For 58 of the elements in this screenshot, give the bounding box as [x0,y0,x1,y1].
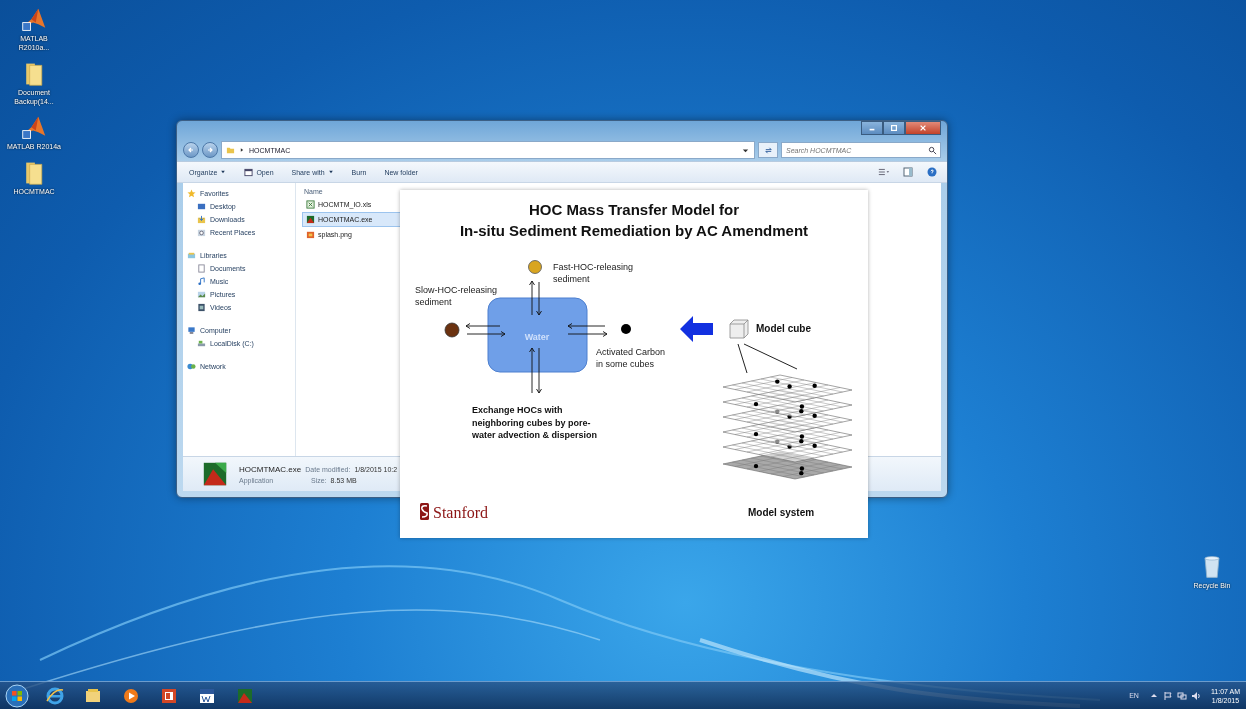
maximize-icon [890,124,898,132]
app-icon [306,215,315,224]
forward-button[interactable] [202,142,218,158]
letter-e-icon [45,685,65,706]
stanford-logo-icon [420,503,429,520]
minimize-button[interactable] [861,121,883,135]
flag-icon[interactable] [1162,690,1173,701]
back-button[interactable] [183,142,199,158]
close-button[interactable] [905,121,941,135]
peak-logo-icon [21,6,47,34]
search-icon [928,145,937,155]
app-icon [201,460,229,488]
clock-icon [197,228,206,237]
window-icon [244,167,254,177]
folder-icon [226,145,235,155]
computer-icon [187,326,196,335]
refresh-arrows-icon [763,145,773,155]
stanford-wordmark: Stanford [433,504,489,521]
splash-title: HOC Mass Transfer Model for [529,201,739,218]
peak-logo-icon [21,114,47,142]
pane-icon [902,167,914,177]
slow-sediment-label: Slow-HOC-releasing sediment [415,285,498,307]
splash-title: In-situ Sediment Remediation by AC Amendment [459,222,809,239]
monitor-icon [197,202,206,211]
file-name: HOCMTMAC.exe [239,464,302,474]
start-orb-icon [5,683,29,708]
help-icon [926,167,938,177]
document-icon [197,264,206,273]
slow-sediment-dot [444,322,460,338]
fast-sediment-dot [528,260,542,274]
picture-icon [197,290,206,299]
carbon-label: Activated Carbon in some cubes [596,347,666,369]
carbon-dot [621,324,631,334]
cube-icon [729,319,749,339]
fast-sediment-label: Fast-HOC-releasing sediment [553,262,634,284]
model-system-label: Model system [748,507,815,518]
forward-arrow-icon [205,145,215,155]
disk-drive-icon [197,339,206,348]
library-icon [187,251,196,260]
back-arrow-icon [186,145,196,155]
download-folder-icon [197,215,206,224]
water-label: Water [524,332,550,342]
exchange-label: Exchange HOCs with neighboring cubes by pore- water advection & dispersion [472,405,598,440]
chevron-icon [239,147,245,153]
spreadsheet-icon [306,200,315,209]
list-view-icon [878,167,890,177]
film-icon [197,303,206,312]
star-icon [187,189,196,198]
music-note-icon [197,277,206,286]
big-arrow [680,316,713,342]
close-icon [919,124,927,132]
image-file-icon [306,230,315,239]
speaker-icon[interactable] [1190,690,1201,701]
refresh-button[interactable] [758,142,778,158]
network-icon [187,362,196,371]
maximize-button[interactable] [883,121,905,135]
model-cube-label: Model cube [756,323,811,334]
network-icon[interactable] [1176,690,1187,701]
